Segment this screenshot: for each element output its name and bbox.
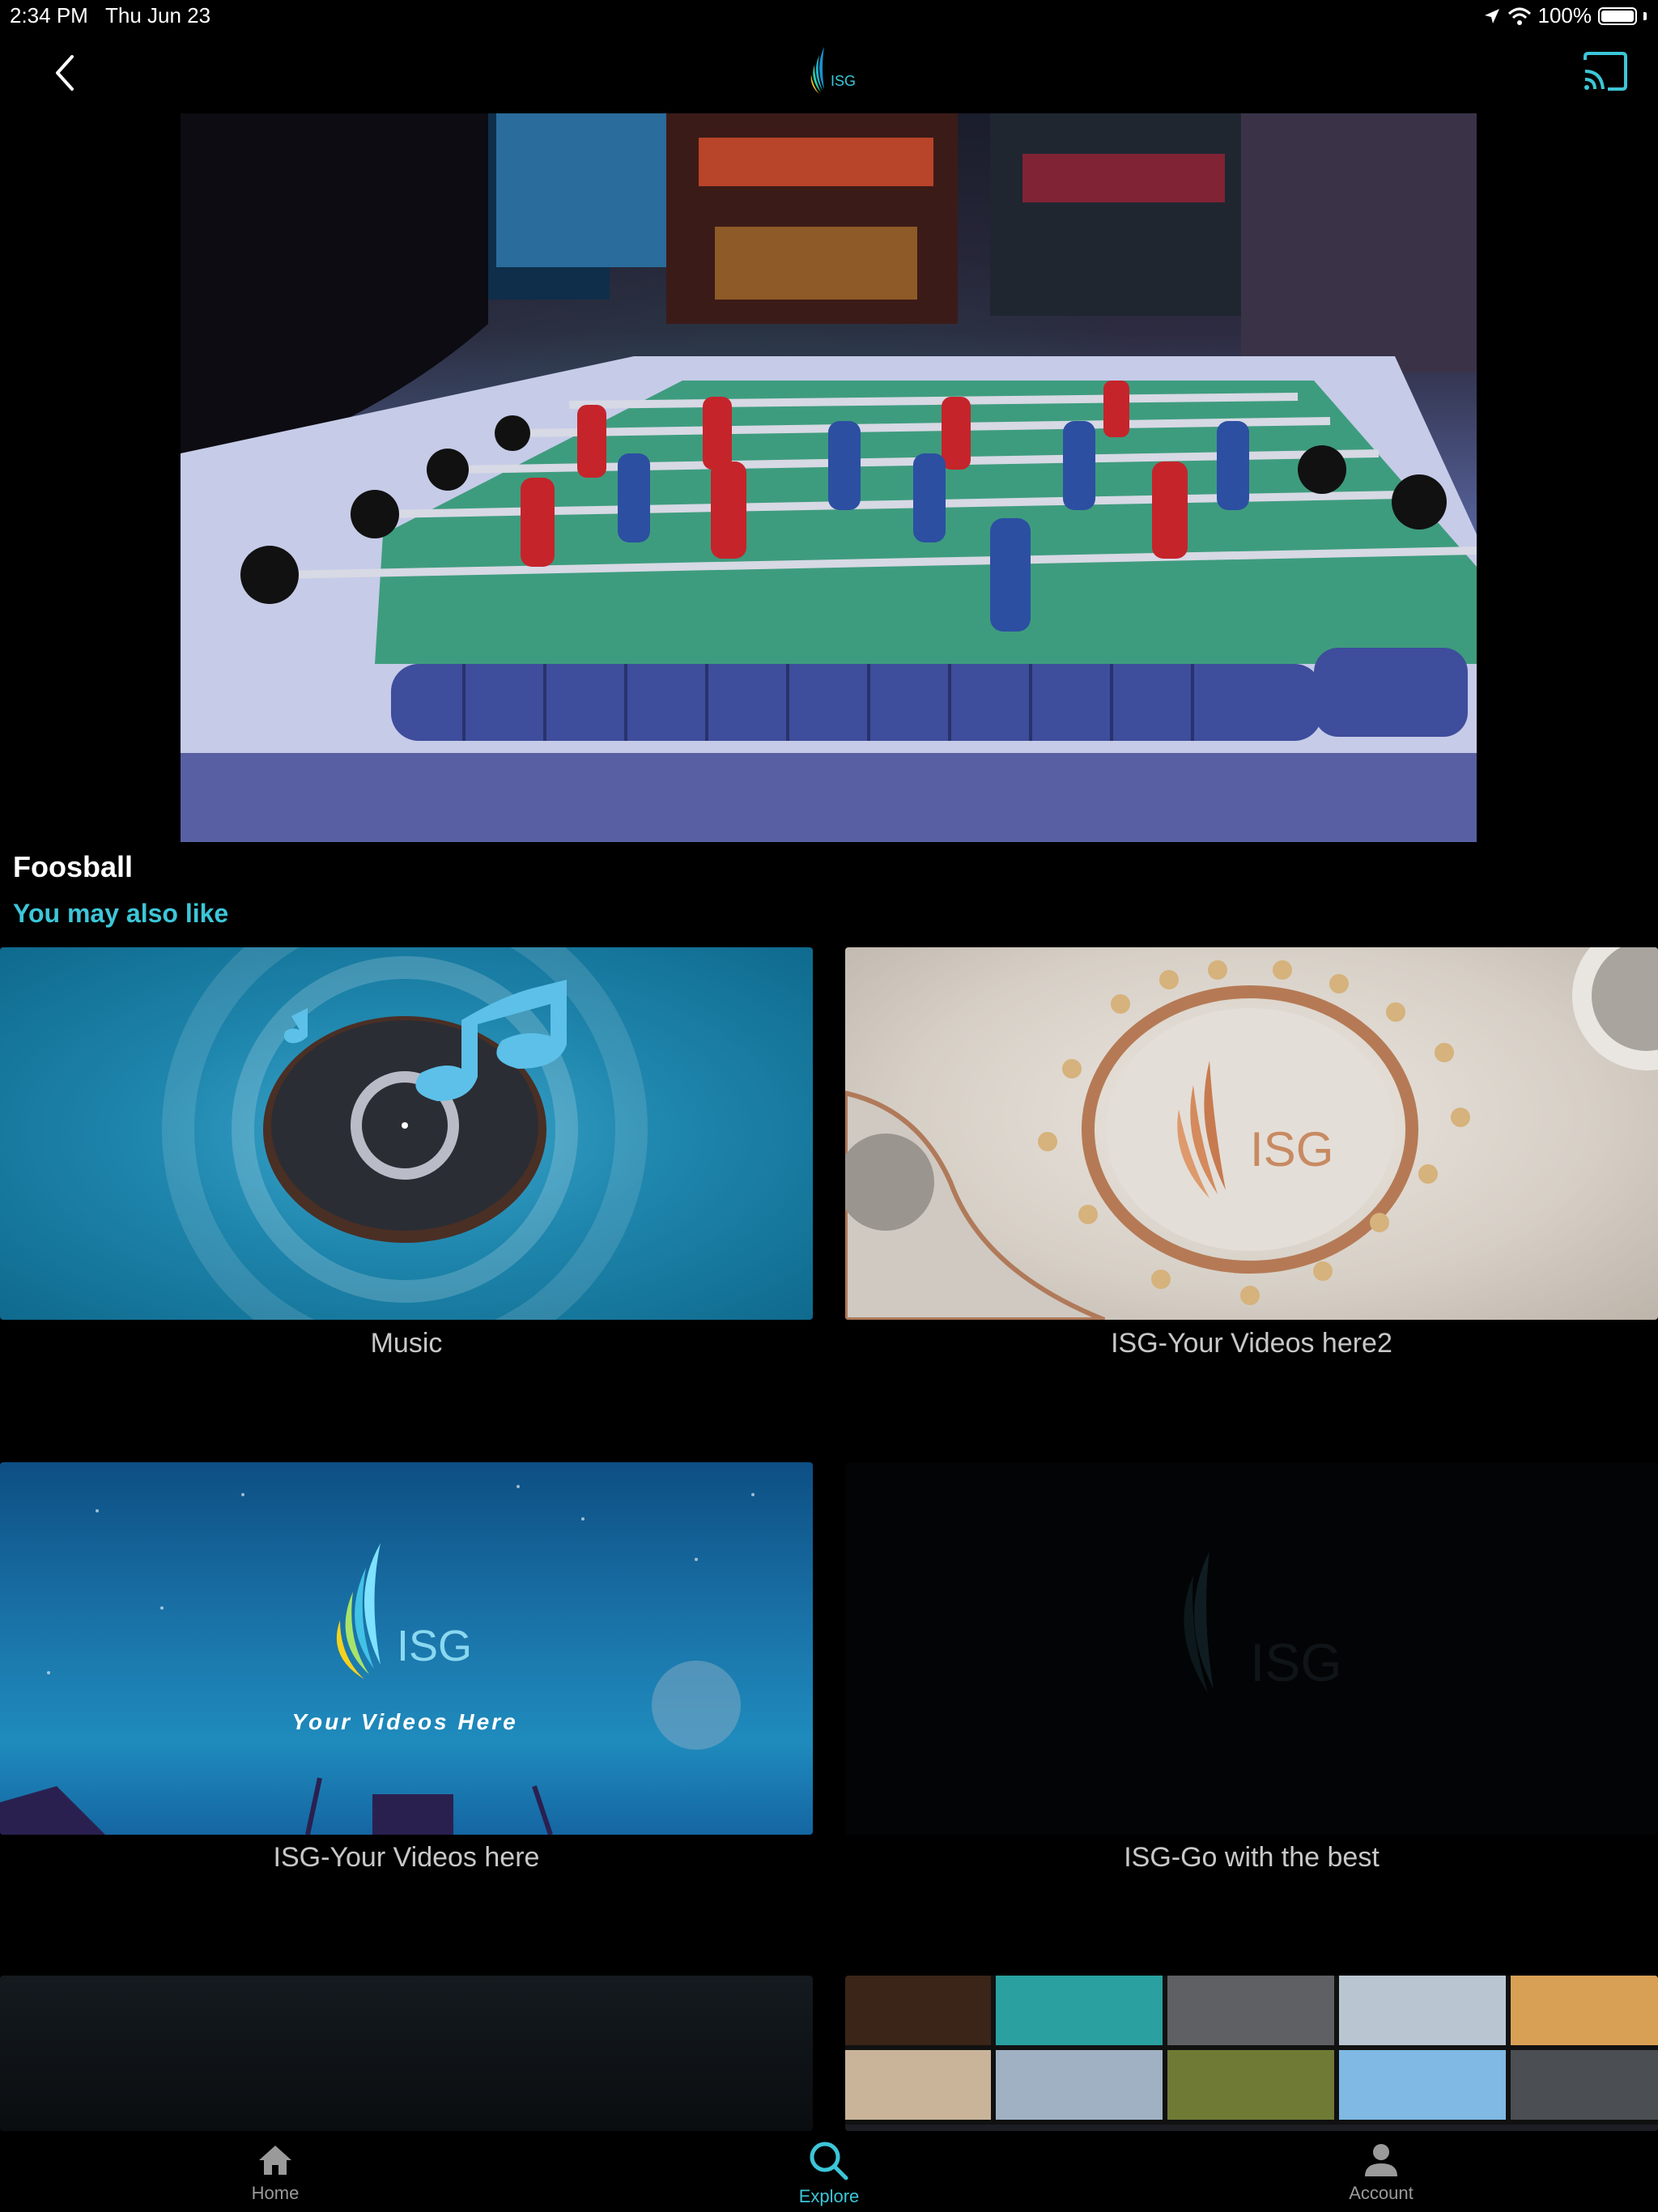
battery-icon [1598,6,1637,25]
person-icon [1365,2144,1397,2176]
logo-text: ISG [831,73,856,89]
recommendations-heading: You may also like [13,899,229,928]
card-label: ISG-Your Videos here2 [1111,1328,1392,1359]
cast-button[interactable] [1580,50,1629,92]
card-label: ISG-Your Videos here [273,1842,540,1873]
battery-percent: 100% [1537,3,1592,28]
wifi-icon [1507,7,1531,25]
photo-grid-thumbnail [845,1976,1658,2131]
home-icon [259,2146,291,2175]
recommendation-card-isg-go-with-the-best[interactable]: ISG [845,1462,1658,1835]
tab-account[interactable]: Account [1260,2131,1503,2212]
music-thumbnail [162,947,648,1320]
back-button[interactable] [40,49,89,97]
recommendation-card-partial-left[interactable] [0,1976,813,2131]
thumb-logo-text: ISG [1250,1122,1333,1176]
isg-logo: ISG [810,47,856,94]
tab-label: Explore [798,2186,860,2206]
status-date: Thu Jun 23 [105,3,211,28]
video-player[interactable] [181,113,1477,842]
location-icon [1484,8,1499,23]
status-indicators: 100% [1483,3,1647,28]
battery-tip [1643,11,1647,20]
recommendation-card-isg-videos-here[interactable]: ISG Your Videos Here [0,1462,813,1835]
card-label: ISG-Go with the best [1124,1842,1380,1873]
isg-dark-thumbnail: ISG [1184,1551,1342,1693]
tab-label: Account [1349,2183,1414,2203]
status-bar: 2:34 PM Thu Jun 23 100% [0,0,1658,32]
video-title: Foosball [13,850,134,883]
card-label: Music [370,1328,443,1359]
tab-bar: Home Explore Account [0,2131,1658,2212]
recommendation-card-isg-videos-here2[interactable]: ISG [845,947,1658,1320]
tab-label: Home [251,2183,300,2203]
tab-home[interactable]: Home [154,2131,397,2212]
recommendation-card-music[interactable] [0,947,813,1320]
cast-icon [1584,52,1627,91]
thumb-caption: Your Videos Here [291,1709,517,1734]
isg-copper-thumbnail: ISG [845,947,1658,1320]
thumb-logo-text: ISG [397,1622,472,1670]
thumb-logo-text: ISG [1250,1632,1342,1692]
status-time: 2:34 PM [10,3,88,28]
search-icon [810,2142,848,2180]
chevron-left-icon [56,55,74,91]
recommendation-card-partial-right[interactable] [845,1976,1658,2131]
isg-sky-thumbnail: ISG Your Videos Here [0,1485,755,1835]
video-frame [181,113,1477,842]
tab-explore[interactable]: Explore [708,2131,950,2212]
